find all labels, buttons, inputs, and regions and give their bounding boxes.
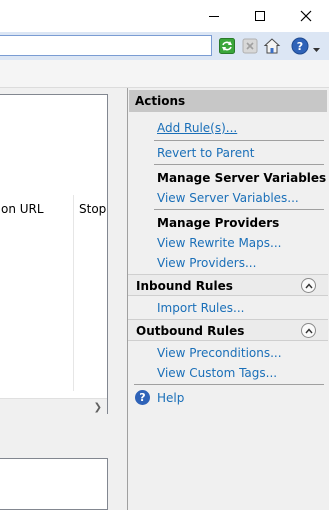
- home-icon: [263, 38, 281, 54]
- inbound-rules-title: Inbound Rules: [136, 279, 233, 293]
- manage-server-variables-title: Manage Server Variables: [157, 171, 327, 185]
- separator: [154, 140, 324, 141]
- add-rules-link[interactable]: Add Rule(s)...: [157, 120, 237, 136]
- help-dropdown[interactable]: [313, 42, 320, 56]
- home-button[interactable]: [262, 36, 282, 56]
- minimize-button[interactable]: [191, 0, 237, 32]
- column-header-stop[interactable]: Stop: [74, 197, 108, 221]
- view-providers-link[interactable]: View Providers...: [157, 255, 256, 271]
- maximize-icon: [255, 11, 265, 21]
- inbound-collapse-button[interactable]: [301, 278, 316, 293]
- stop-button[interactable]: [240, 36, 260, 56]
- column-header-url[interactable]: on URL: [0, 197, 73, 221]
- scroll-right-icon[interactable]: ❯: [94, 402, 102, 413]
- view-preconditions-link[interactable]: View Preconditions...: [157, 345, 282, 361]
- view-custom-tags-link[interactable]: View Custom Tags...: [157, 365, 277, 381]
- outbound-collapse-button[interactable]: [301, 323, 316, 338]
- manage-providers-title: Manage Providers: [157, 216, 280, 230]
- maximize-button[interactable]: [237, 0, 283, 32]
- minimize-icon: [209, 15, 219, 17]
- outbound-rules-title: Outbound Rules: [136, 324, 245, 338]
- help-toolbar-button[interactable]: ?: [290, 36, 310, 56]
- separator: [134, 384, 324, 385]
- close-button[interactable]: [283, 0, 329, 32]
- go-button[interactable]: [217, 36, 237, 56]
- window-titlebar: [0, 0, 329, 32]
- revert-to-parent-link[interactable]: Revert to Parent: [157, 145, 254, 161]
- actions-header: Actions: [129, 90, 327, 112]
- separator: [154, 209, 324, 210]
- outbound-rules-header[interactable]: Outbound Rules: [128, 319, 328, 341]
- help-icon: ?: [291, 37, 309, 55]
- view-server-variables-link[interactable]: View Server Variables...: [157, 190, 299, 206]
- features-pane: on URL Stop ❯: [0, 88, 127, 510]
- chevron-up-icon: [304, 327, 313, 333]
- chevron-up-icon: [304, 282, 313, 288]
- address-input[interactable]: [0, 35, 212, 56]
- help-icon: ?: [135, 390, 150, 405]
- horizontal-scrollbar[interactable]: ❯: [0, 398, 107, 415]
- stop-icon: [242, 38, 258, 54]
- column-divider: [73, 195, 74, 391]
- actions-pane: Actions Add Rule(s)... Revert to Parent …: [127, 88, 329, 510]
- close-icon: [300, 10, 312, 22]
- view-rewrite-maps-link[interactable]: View Rewrite Maps...: [157, 235, 281, 251]
- address-bar: ?: [0, 32, 329, 60]
- refresh-icon: [219, 38, 235, 54]
- help-link[interactable]: Help: [157, 390, 184, 406]
- chevron-down-icon: [313, 48, 320, 52]
- menu-strip: [0, 60, 329, 88]
- svg-text:?: ?: [297, 40, 303, 53]
- inbound-rules-header[interactable]: Inbound Rules: [128, 274, 328, 296]
- details-box: [0, 458, 108, 510]
- import-rules-link[interactable]: Import Rules...: [157, 300, 244, 316]
- rules-list[interactable]: on URL Stop ❯: [0, 94, 108, 415]
- separator: [154, 164, 324, 165]
